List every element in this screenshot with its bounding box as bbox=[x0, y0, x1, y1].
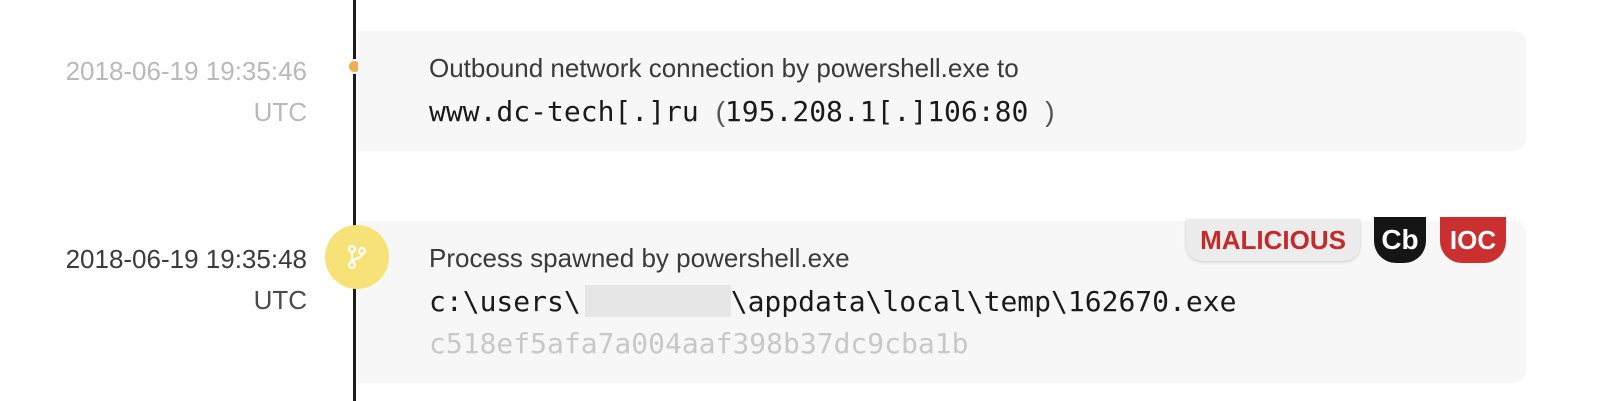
badge-group: MALICIOUS Cb IOC bbox=[1186, 217, 1506, 263]
paren-close: ) bbox=[1045, 96, 1055, 127]
network-destination: www.dc-tech[.]ru (195.208.1[.]106:80 ) bbox=[429, 95, 1055, 128]
ioc-badge[interactable]: IOC bbox=[1440, 217, 1506, 263]
event-timeline: 2018-06-19 19:35:46 UTC Outbound network… bbox=[0, 0, 1600, 401]
process-path: c:\users\ \appdata\local\temp\162670.exe bbox=[429, 285, 1236, 318]
paren-open: ( bbox=[715, 96, 725, 127]
path-suffix: \appdata\local\temp\162670.exe bbox=[730, 285, 1237, 318]
event-description: Process spawned by powershell.exe bbox=[429, 243, 850, 273]
timestamp-date: 2018-06-19 19:35:48 bbox=[65, 244, 307, 274]
event-card-network[interactable]: Outbound network connection by powershel… bbox=[358, 31, 1526, 151]
event-description: Outbound network connection by powershel… bbox=[429, 53, 1019, 83]
event-timestamp: 2018-06-19 19:35:46 UTC bbox=[66, 51, 307, 133]
event-card-process[interactable]: Process spawned by powershell.exe c:\use… bbox=[358, 217, 1526, 383]
branch-icon bbox=[347, 244, 367, 270]
cb-badge[interactable]: Cb bbox=[1374, 217, 1426, 263]
destination-host: www.dc-tech[.]ru bbox=[429, 95, 699, 128]
path-prefix: c:\users\ bbox=[429, 285, 581, 318]
process-hash[interactable]: c518ef5afa7a004aaf398b37dc9cba1b bbox=[429, 327, 968, 360]
malicious-badge[interactable]: MALICIOUS bbox=[1186, 219, 1360, 261]
redacted-username bbox=[584, 285, 731, 317]
timestamp-date: 2018-06-19 19:35:46 bbox=[65, 56, 307, 86]
timestamp-timezone: UTC bbox=[253, 97, 307, 127]
process-spawn-marker bbox=[325, 225, 389, 289]
event-timestamp: 2018-06-19 19:35:48 UTC bbox=[66, 239, 307, 321]
destination-address: 195.208.1[.]106:80 bbox=[724, 95, 1029, 128]
timestamp-timezone: UTC bbox=[253, 285, 307, 315]
